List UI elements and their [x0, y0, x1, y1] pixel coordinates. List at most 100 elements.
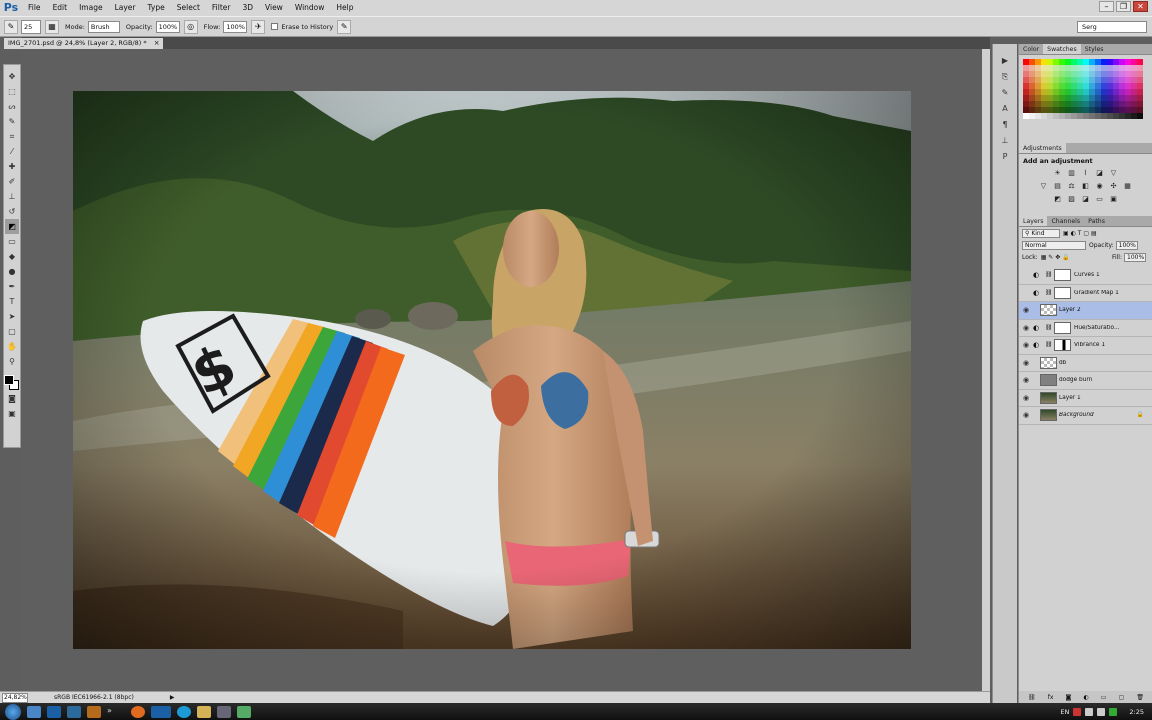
- color-swatch[interactable]: [1107, 95, 1113, 101]
- brush-panel-toggle-icon[interactable]: ▦: [45, 19, 59, 34]
- color-swatch[interactable]: [1047, 101, 1053, 107]
- color-swatch[interactable]: [1071, 59, 1077, 65]
- filter-type-icon[interactable]: T: [1078, 230, 1082, 237]
- folder-icon[interactable]: [197, 705, 211, 718]
- color-swatch[interactable]: [1131, 77, 1137, 83]
- layer-row[interactable]: ◐ ⛓ Gradient Map 1: [1019, 284, 1152, 302]
- hand-tool-icon[interactable]: ✋: [5, 339, 19, 354]
- filter-smart-object-icon[interactable]: ▤: [1091, 230, 1097, 237]
- close-button[interactable]: ✕: [1133, 1, 1148, 12]
- color-swatch[interactable]: [1089, 101, 1095, 107]
- color-swatch[interactable]: [1119, 107, 1125, 113]
- invert-icon[interactable]: ◩: [1053, 194, 1063, 204]
- brightness-contrast-icon[interactable]: ☀: [1053, 168, 1063, 178]
- color-swatch[interactable]: [1035, 107, 1041, 113]
- color-balance-icon[interactable]: ⚖: [1067, 181, 1077, 191]
- filter-pixel-icon[interactable]: ▣: [1063, 230, 1069, 237]
- color-swatch[interactable]: [1047, 65, 1053, 71]
- canvas-area[interactable]: $: [22, 49, 982, 691]
- color-swatch[interactable]: [1065, 83, 1071, 89]
- color-swatch[interactable]: [1119, 89, 1125, 95]
- start-button[interactable]: [5, 703, 21, 720]
- clone-stamp-tool-icon[interactable]: ⊥: [5, 189, 19, 204]
- color-swatch[interactable]: [1071, 113, 1077, 119]
- move-tool-icon[interactable]: ✥: [5, 69, 19, 84]
- color-swatch[interactable]: [1029, 59, 1035, 65]
- lightroom-icon[interactable]: [67, 705, 81, 718]
- layer-thumbnail[interactable]: [1040, 391, 1057, 404]
- color-swatch[interactable]: [1071, 101, 1077, 107]
- color-swatch[interactable]: [1059, 95, 1065, 101]
- firefox-icon[interactable]: [131, 705, 145, 718]
- document-tab[interactable]: IMG_2701.psd @ 24,8% (Layer 2, RGB/8) * …: [4, 38, 163, 49]
- play-actions-icon[interactable]: ▶: [999, 54, 1012, 67]
- black-white-icon[interactable]: ◧: [1081, 181, 1091, 191]
- color-swatch[interactable]: [1065, 95, 1071, 101]
- dodge-tool-icon[interactable]: ●: [5, 264, 19, 279]
- color-swatch[interactable]: [1083, 113, 1089, 119]
- blend-mode-dropdown[interactable]: Normal: [1022, 240, 1086, 250]
- brush-presets-icon[interactable]: ✎: [999, 86, 1012, 99]
- photoshop-task-icon[interactable]: [151, 705, 171, 718]
- quick-select-tool-icon[interactable]: ✎: [5, 114, 19, 129]
- color-swatch[interactable]: [1035, 71, 1041, 77]
- new-layer-icon[interactable]: ▢: [1119, 694, 1125, 701]
- color-swatch[interactable]: [1071, 107, 1077, 113]
- color-swatch[interactable]: [1053, 59, 1059, 65]
- menu-file[interactable]: File: [22, 0, 47, 16]
- color-swatch[interactable]: [1023, 83, 1029, 89]
- selective-color-icon[interactable]: ▣: [1109, 194, 1119, 204]
- color-swatch[interactable]: [1053, 107, 1059, 113]
- menu-type[interactable]: Type: [142, 0, 171, 16]
- color-swatch[interactable]: [1041, 77, 1047, 83]
- color-swatch[interactable]: [1131, 71, 1137, 77]
- color-swatch[interactable]: [1113, 59, 1119, 65]
- color-swatch[interactable]: [1029, 113, 1035, 119]
- crop-tool-icon[interactable]: ⌗: [5, 129, 19, 144]
- tab-styles[interactable]: Styles: [1081, 44, 1108, 54]
- color-swatch[interactable]: [1035, 113, 1041, 119]
- color-swatch[interactable]: [1029, 89, 1035, 95]
- brush-size-picker[interactable]: 25: [21, 19, 41, 34]
- menu-select[interactable]: Select: [171, 0, 206, 16]
- color-swatch[interactable]: [1059, 83, 1065, 89]
- color-swatch[interactable]: [1035, 89, 1041, 95]
- monitor-icon[interactable]: [217, 705, 231, 718]
- network-icon[interactable]: [1085, 707, 1094, 716]
- color-swatch[interactable]: [1047, 83, 1053, 89]
- color-swatch[interactable]: [1137, 107, 1143, 113]
- overflow-icon[interactable]: »: [107, 706, 121, 718]
- color-swatch[interactable]: [1107, 65, 1113, 71]
- color-swatch[interactable]: [1053, 71, 1059, 77]
- color-swatch[interactable]: [1095, 101, 1101, 107]
- color-swatch[interactable]: [1107, 71, 1113, 77]
- color-swatch[interactable]: [1113, 77, 1119, 83]
- hue-saturation-icon[interactable]: ▤: [1053, 181, 1063, 191]
- color-swatch[interactable]: [1101, 77, 1107, 83]
- color-swatch[interactable]: [1125, 71, 1131, 77]
- color-swatch[interactable]: [1053, 83, 1059, 89]
- color-swatch[interactable]: [1065, 101, 1071, 107]
- tab-channels[interactable]: Channels: [1047, 216, 1084, 226]
- eye-icon[interactable]: ◉: [1019, 359, 1033, 367]
- link-layers-icon[interactable]: ⛓: [1028, 694, 1036, 701]
- color-swatch[interactable]: [1047, 113, 1053, 119]
- path-selection-tool-icon[interactable]: ➤: [5, 309, 19, 324]
- kind-filter-dropdown[interactable]: ⚲ Kind: [1022, 228, 1060, 238]
- color-swatch[interactable]: [1059, 71, 1065, 77]
- menu-image[interactable]: Image: [73, 0, 109, 16]
- color-swatch[interactable]: [1083, 89, 1089, 95]
- color-swatch[interactable]: [1095, 77, 1101, 83]
- swatch-grid[interactable]: [1019, 55, 1152, 123]
- pen-tool-icon[interactable]: ✒: [5, 279, 19, 294]
- eye-icon[interactable]: ◉: [1019, 394, 1033, 402]
- workspace-dropdown[interactable]: Serg: [1077, 21, 1147, 33]
- color-swatch[interactable]: [1119, 95, 1125, 101]
- color-swatch[interactable]: [1035, 101, 1041, 107]
- color-swatch[interactable]: [1029, 71, 1035, 77]
- delete-layer-icon[interactable]: 🗑: [1136, 694, 1144, 701]
- color-lookup-icon[interactable]: ▦: [1123, 181, 1133, 191]
- color-swatch[interactable]: [1041, 59, 1047, 65]
- close-tab-icon[interactable]: ×: [154, 38, 160, 49]
- lasso-tool-icon[interactable]: ᔕ: [5, 99, 19, 114]
